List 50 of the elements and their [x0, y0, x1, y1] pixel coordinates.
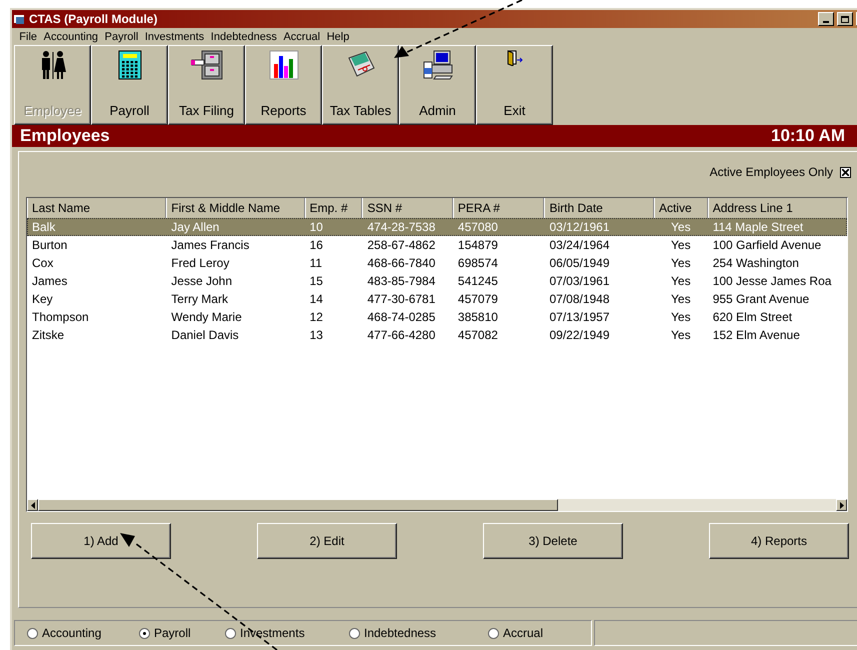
calculator-icon — [118, 50, 142, 80]
toolbar-button[interactable]: Tax Filing — [168, 45, 245, 125]
right-arrow-icon[interactable] — [840, 502, 844, 508]
radio-label[interactable]: Indebtedness — [364, 626, 436, 640]
door-icon — [506, 50, 522, 66]
bar-chart-icon — [268, 50, 298, 80]
active-only-checkbox[interactable] — [840, 166, 851, 178]
menu-item[interactable]: Investments — [142, 30, 208, 42]
checkbox-label: Active Employees Only — [710, 165, 833, 179]
radio-button[interactable] — [349, 628, 360, 638]
toolbar-button[interactable]: Tax Tables — [322, 45, 399, 125]
action-button[interactable]: 2) Edit — [257, 523, 397, 559]
horizontal-scrollbar[interactable] — [27, 499, 847, 511]
table-row[interactable]: Key Terry Mark 14 477-30-6781 457079 07/08/1948 Yes 955 Grant Avenue — [27, 290, 847, 308]
app-icon — [14, 14, 26, 24]
radio-button[interactable] — [27, 628, 38, 638]
maximize-button[interactable] — [837, 12, 853, 26]
computer-icon — [422, 50, 454, 80]
left-arrow-icon[interactable] — [30, 502, 34, 508]
table-row[interactable]: Zitske Daniel Davis 13 477-66-4280 457082 09/22/1949 Yes 152 Elm Avenue — [27, 326, 847, 344]
radio-label[interactable]: Investments — [240, 626, 305, 640]
action-button[interactable]: 4) Reports — [709, 523, 849, 559]
radio-button[interactable] — [225, 628, 236, 638]
action-button[interactable]: 3) Delete — [483, 523, 623, 559]
clock-time: 10:10 AM — [770, 126, 845, 146]
action-button[interactable]: 1) Add — [31, 523, 171, 559]
radio-button[interactable] — [139, 628, 150, 638]
menu-item[interactable]: File — [16, 30, 40, 42]
menu-item[interactable]: Accrual — [280, 30, 324, 42]
table-row[interactable]: Thompson Wendy Marie 12 468-74-0285 385810 07/13/1957 Yes 620 Elm Street — [27, 308, 847, 326]
menu-item[interactable]: Help — [323, 30, 353, 42]
minimize-button[interactable] — [818, 12, 834, 26]
file-cabinet-icon — [190, 50, 224, 80]
radio-label[interactable]: Accrual — [503, 626, 544, 640]
table-row[interactable]: James Jesse John 15 483-85-7984 541245 07/03/1961 Yes 100 Jesse James Roa — [27, 272, 847, 290]
menu-item[interactable]: Indebtedness — [207, 30, 280, 42]
radio-label[interactable]: Payroll — [154, 626, 191, 640]
radio-label[interactable]: Accounting — [42, 626, 102, 640]
window-title: CTAS (Payroll Module) — [29, 12, 158, 26]
radio-button[interactable] — [488, 628, 499, 638]
section-title: Employees — [20, 126, 110, 146]
menu-item[interactable]: Accounting — [40, 30, 102, 42]
table-row[interactable]: Cox Fred Leroy 11 468-66-7840 698574 06/05/1949 Yes 254 Washington — [27, 254, 847, 272]
toolbar-button[interactable]: Payroll — [91, 45, 168, 125]
table-row[interactable]: Balk Jay Allen 10 474-28-7538 457080 03/12/1961 Yes 114 Maple Street — [27, 218, 847, 236]
menu-item[interactable]: Payroll — [101, 30, 142, 42]
toolbar-button[interactable]: Admin — [399, 45, 476, 125]
toolbar-button[interactable]: Reports — [245, 45, 322, 125]
table-row[interactable]: Burton James Francis 16 258-67-4862 154879 03/24/1964 Yes 100 Garfield Avenue — [27, 236, 847, 254]
toolbar-button[interactable]: Exit — [476, 45, 553, 125]
